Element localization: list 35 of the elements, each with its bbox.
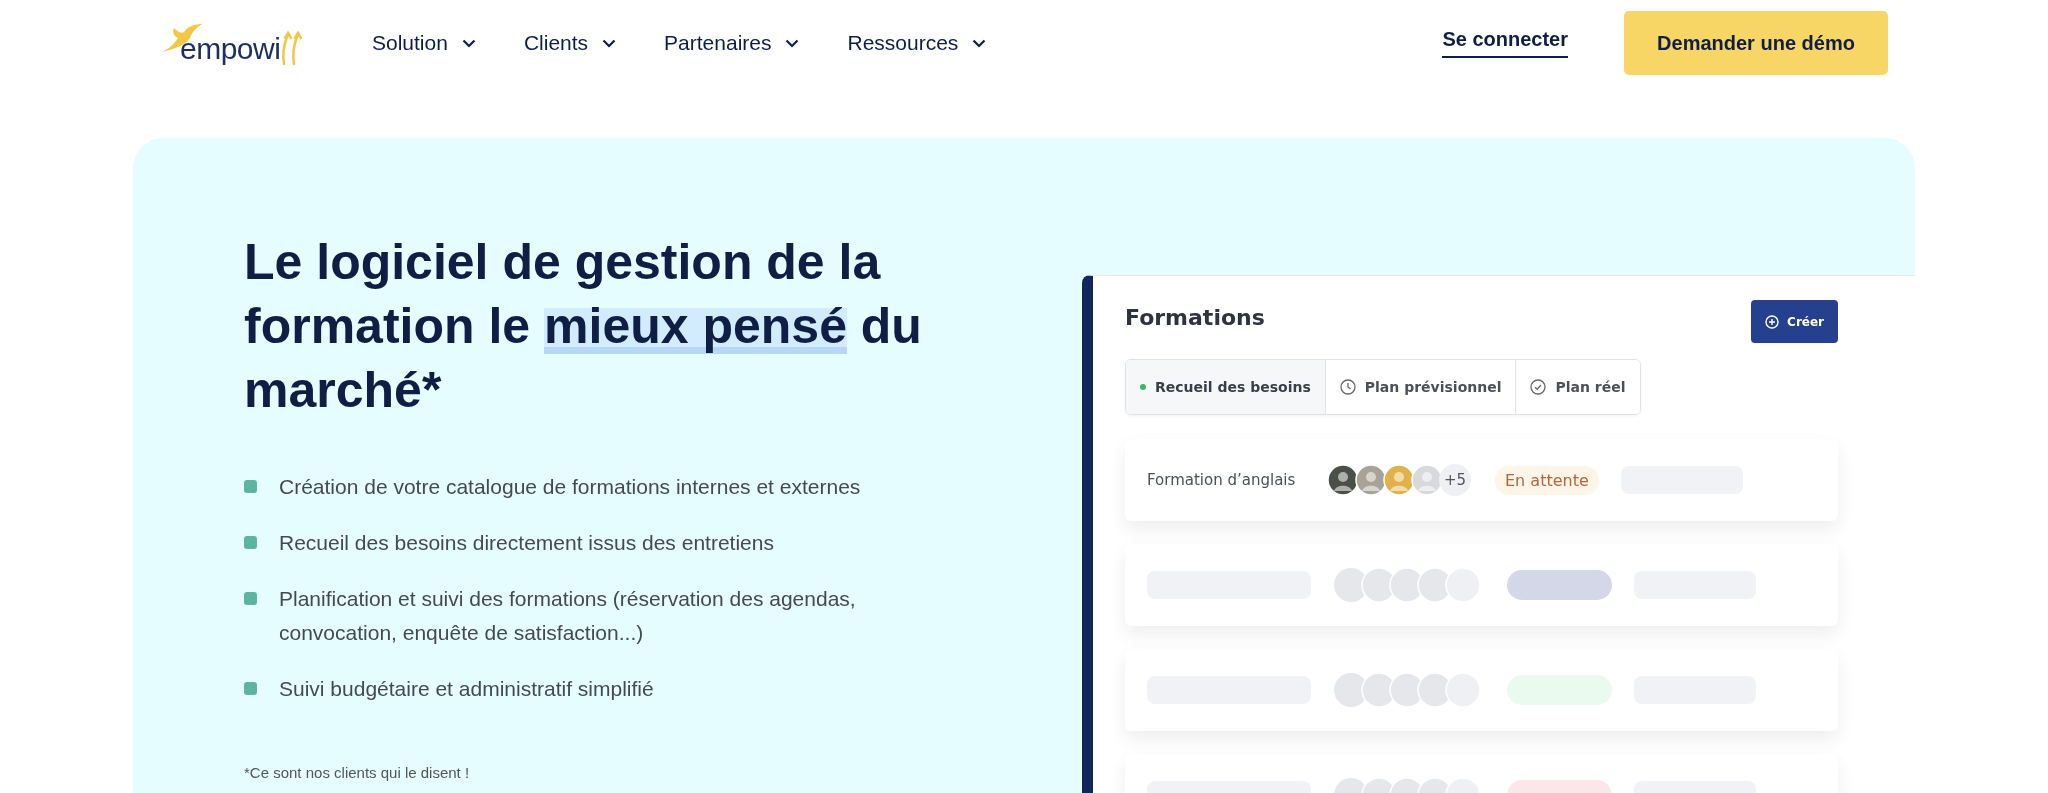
clock-icon: [1339, 379, 1356, 395]
chevron-down-icon: [972, 38, 987, 48]
bullet-icon: [244, 592, 257, 605]
chevron-down-icon: [461, 38, 476, 48]
demo-button[interactable]: Demander une démo: [1624, 11, 1888, 75]
nav-menu[interactable]: Clients: [523, 31, 617, 55]
login-link[interactable]: Se connecter: [1442, 28, 1568, 58]
nav-menu[interactable]: Partenaires: [664, 31, 800, 55]
app-title: Formations: [1125, 305, 1265, 330]
dot-icon: [1140, 384, 1146, 390]
tab[interactable]: Plan réel: [1515, 360, 1640, 414]
chevron-down-icon: [785, 38, 800, 48]
plus-circle-icon: [1765, 314, 1780, 329]
feature-text: Planification et suivi des formations (réservation des agendas, convocation, enquête de satisfaction...): [279, 586, 857, 646]
training-name: Formation d’anglais: [1147, 471, 1297, 489]
tab[interactable]: Recueil des besoins: [1126, 360, 1325, 414]
tab[interactable]: Plan prévisionnel: [1324, 360, 1516, 414]
feature-text: Recueil des besoins directement issus des entretiens: [279, 530, 775, 556]
nav-menu[interactable]: Solution: [372, 31, 476, 55]
arrows-icon: [280, 30, 305, 66]
status-badge: En attente: [1495, 465, 1599, 495]
create-button[interactable]: Créer: [1751, 300, 1838, 343]
bullet-icon: [244, 536, 257, 549]
logo-text: empowi: [180, 32, 281, 66]
bullet-icon: [244, 682, 257, 695]
feature-text: Création de votre catalogue de formations internes et externes: [279, 474, 862, 500]
more-count: +5: [1439, 464, 1471, 496]
training-row[interactable]: Formation d’anglais +5 En attente: [1125, 439, 1838, 521]
nav-menu[interactable]: Ressources: [847, 31, 987, 55]
bullet-icon: [244, 480, 257, 493]
feature-text: Suivi budgétaire et administratif simplifié: [279, 676, 655, 702]
check-circle-icon: [1530, 379, 1547, 395]
chevron-down-icon: [602, 38, 617, 48]
hero-heading: Le logiciel de gestion de la formation le mieux pensé du marché*: [244, 233, 923, 420]
footnote: *Ce sont nos clients qui le disent !: [244, 764, 471, 781]
